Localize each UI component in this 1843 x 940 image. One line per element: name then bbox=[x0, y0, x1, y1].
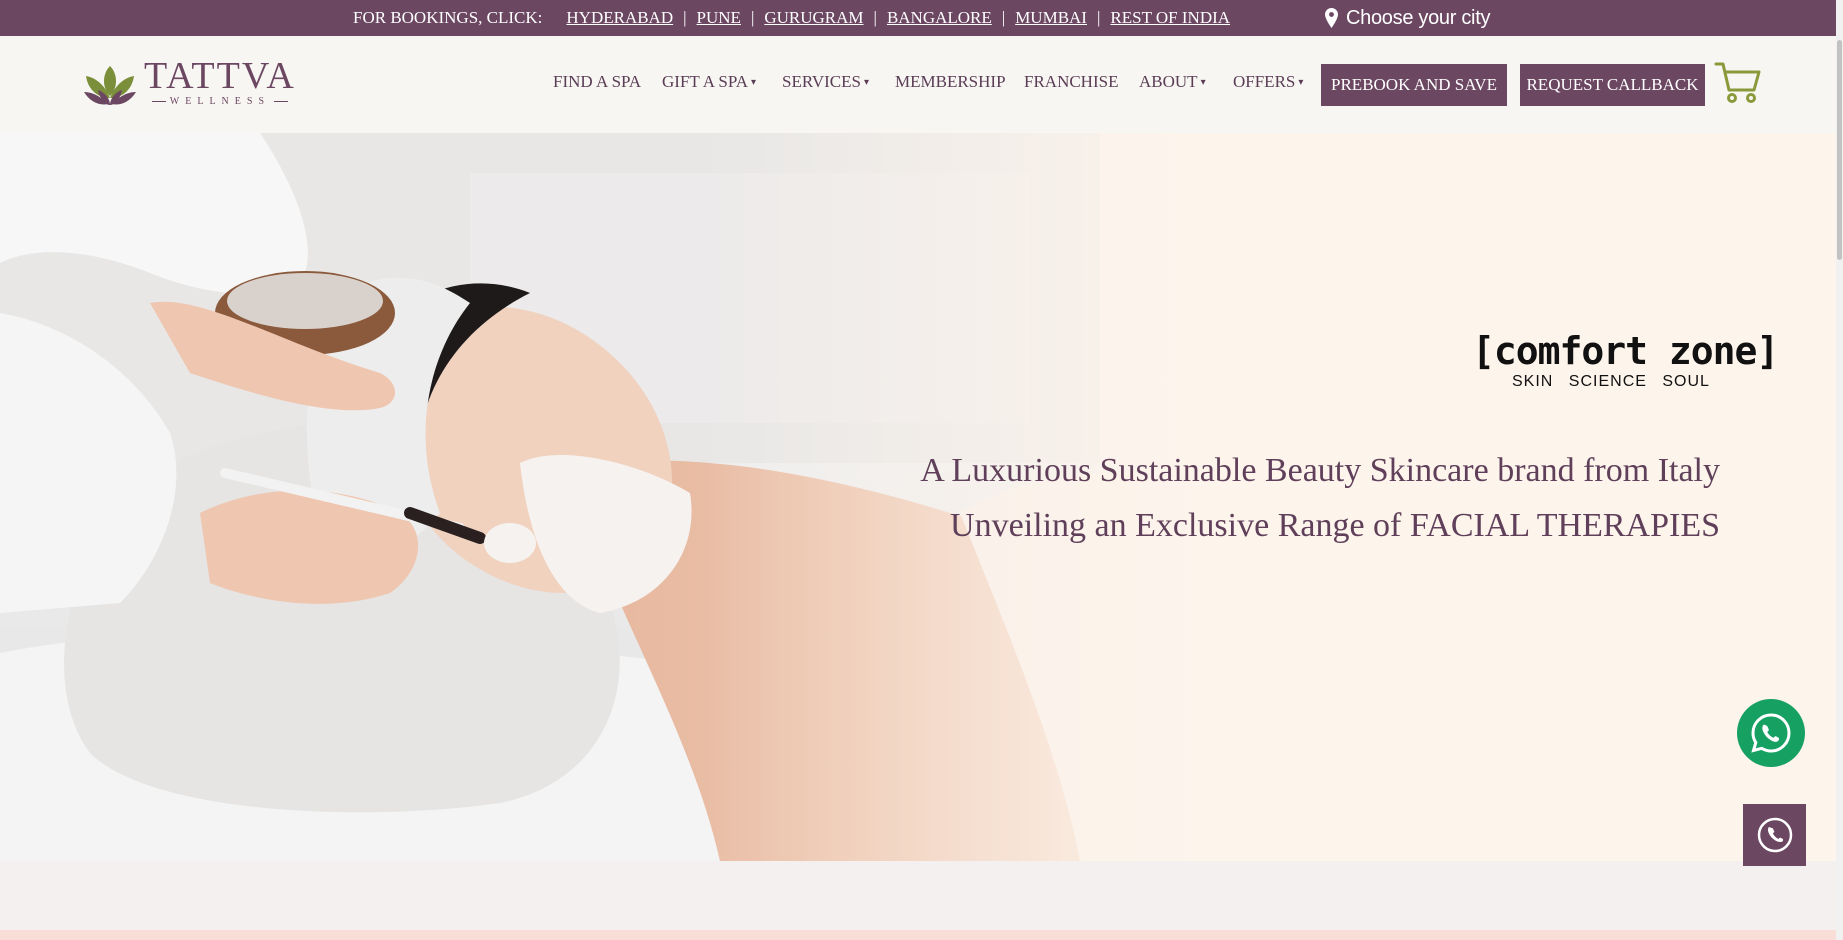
map-pin-icon bbox=[1325, 8, 1338, 28]
nav-about-label: ABOUT bbox=[1139, 72, 1198, 91]
hero-headline-line-1: A Luxurious Sustainable Beauty Skincare … bbox=[920, 452, 1720, 489]
section-edge bbox=[0, 930, 1843, 940]
separator: | bbox=[683, 8, 687, 27]
whatsapp-button[interactable] bbox=[1737, 699, 1805, 767]
separator: | bbox=[750, 8, 755, 27]
nav-services[interactable]: SERVICES ▾ bbox=[782, 72, 869, 92]
nav-gift-a-spa-label: GIFT A SPA bbox=[662, 72, 748, 91]
whatsapp-icon bbox=[1751, 713, 1791, 753]
logo-word: TATTVA bbox=[144, 55, 296, 97]
nav-franchise[interactable]: FRANCHISE bbox=[1024, 72, 1118, 92]
city-link-hyderabad[interactable]: HYDERABAD bbox=[566, 8, 673, 28]
nav-about[interactable]: ABOUT ▾ bbox=[1139, 72, 1206, 92]
content-section bbox=[0, 861, 1843, 940]
nav-find-a-spa-label: FIND A SPA bbox=[553, 72, 642, 91]
scrollbar-thumb[interactable] bbox=[1837, 40, 1842, 260]
top-booking-bar: FOR BOOKINGS, CLICK: HYDERABAD | PUNE | … bbox=[0, 0, 1843, 36]
city-link-pune[interactable]: PUNE bbox=[697, 8, 741, 28]
city-link-gurugram[interactable]: GURUGRAM bbox=[764, 8, 863, 28]
tattva-logo[interactable]: TATTVA WELLNESS bbox=[82, 55, 296, 107]
separator: | bbox=[873, 8, 877, 27]
separator: | bbox=[1096, 8, 1101, 27]
hero-headline-line-2: Unveiling an Exclusive Range of FACIAL T… bbox=[950, 507, 1720, 544]
nav-find-a-spa[interactable]: FIND A SPA bbox=[553, 72, 641, 92]
booking-label: FOR BOOKINGS, CLICK: bbox=[353, 8, 543, 27]
booking-links: FOR BOOKINGS, CLICK: HYDERABAD | PUNE | … bbox=[353, 0, 1230, 36]
nav-membership[interactable]: MEMBERSHIP bbox=[895, 72, 1006, 92]
cart-button[interactable] bbox=[1714, 58, 1762, 111]
choose-city-label: Choose your city bbox=[1346, 6, 1491, 29]
nav-membership-label: MEMBERSHIP bbox=[895, 72, 1006, 91]
brand-tagline: SKIN SCIENCE SOUL bbox=[1512, 373, 1710, 390]
chevron-down-icon: ▾ bbox=[863, 76, 869, 88]
nav-franchise-label: FRANCHISE bbox=[1024, 72, 1119, 91]
logo-sub-text: WELLNESS bbox=[169, 96, 271, 107]
request-callback-button[interactable]: REQUEST CALLBACK bbox=[1520, 64, 1705, 106]
nav-offers-label: OFFERS bbox=[1233, 72, 1296, 91]
nav-services-label: SERVICES bbox=[782, 72, 861, 91]
brand-logo: [comfort zone] bbox=[1472, 329, 1779, 373]
logo-rule bbox=[274, 101, 289, 102]
lotus-logo-icon bbox=[84, 65, 136, 105]
hero-banner: [comfort zone] SKIN SCIENCE SOUL A Luxur… bbox=[0, 133, 1843, 861]
logo-wordmark: TATTVA WELLNESS bbox=[144, 55, 296, 107]
nav-gift-a-spa[interactable]: GIFT A SPA ▾ bbox=[662, 72, 756, 92]
choose-city-button[interactable]: Choose your city bbox=[1325, 0, 1490, 36]
separator: | bbox=[1001, 8, 1006, 27]
logo-rule bbox=[151, 101, 166, 102]
chevron-down-icon: ▾ bbox=[1298, 76, 1304, 88]
chevron-down-icon: ▾ bbox=[751, 76, 757, 88]
city-link-mumbai[interactable]: MUMBAI bbox=[1015, 8, 1087, 28]
call-button[interactable] bbox=[1743, 804, 1806, 866]
city-link-rest-of-india[interactable]: REST OF INDIA bbox=[1110, 8, 1230, 28]
prebook-and-save-button[interactable]: PREBOOK AND SAVE bbox=[1321, 64, 1507, 106]
comfort-zone-logo: [comfort zone] SKIN SCIENCE SOUL bbox=[1472, 329, 1779, 391]
site-header: TATTVA WELLNESS FIND A SPA GIFT A SPA ▾ … bbox=[0, 36, 1843, 133]
hero-headline: A Luxurious Sustainable Beauty Skincare … bbox=[920, 443, 1720, 553]
chevron-down-icon: ▾ bbox=[1200, 76, 1206, 88]
logo-subtitle: WELLNESS bbox=[144, 96, 296, 107]
phone-icon bbox=[1757, 817, 1792, 853]
city-link-bangalore[interactable]: BANGALORE bbox=[887, 8, 992, 28]
nav-offers[interactable]: OFFERS ▾ bbox=[1233, 72, 1303, 92]
shopping-cart-icon bbox=[1714, 62, 1761, 103]
